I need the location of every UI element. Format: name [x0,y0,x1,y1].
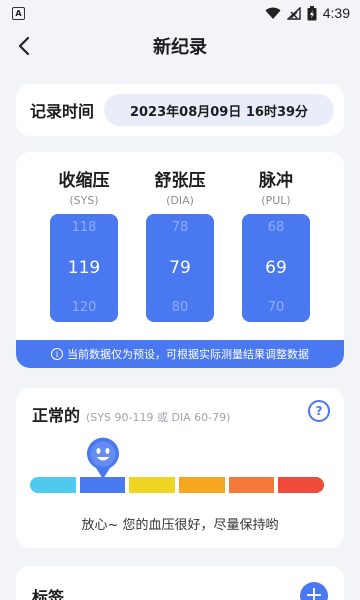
battery-icon [307,5,317,20]
picker-next-value: 70 [267,300,285,315]
picker-prev-value: 68 [267,220,285,235]
wifi-icon [265,7,281,19]
scale-segment [228,477,275,493]
record-time-card: 记录时间 2023年08月09日 16时39分 [16,84,344,136]
notification-letter: A [15,8,22,18]
record-time-label: 记录时间 [30,102,95,121]
question-icon: ? [315,404,323,418]
info-icon: i [51,348,63,360]
blood-pressure-card: 收缩压 (SYS) 118 119 120 舒张压 (DIA) 78 79 80… [16,152,344,368]
bp-column-pul: 脉冲 (PUL) 68 69 70 [241,170,311,322]
bp-column-dia: 舒张压 (DIA) 78 79 80 [145,170,215,322]
chevron-left-icon [18,36,30,56]
status-right: 4:39 [265,5,350,21]
tags-title: 标签 [32,588,65,600]
dia-picker[interactable]: 78 79 80 [146,214,214,322]
bp-scale-bar [30,477,325,493]
picker-selected-value: 79 [169,258,191,278]
bp-subtitle: (PUL) [261,194,291,207]
scale-segment [179,477,225,493]
status-message: 放心~ 您的血压很好，尽量保持哟 [81,518,279,533]
status-bar: A 4:39 [0,0,360,26]
bp-column-sys: 收缩压 (SYS) 118 119 120 [49,170,119,322]
preset-notice-text: 当前数据仅为预设，可根据实际测量结果调整数据 [67,348,309,361]
no-signal-icon [286,6,301,20]
page-title: 新纪录 [153,37,207,58]
back-button[interactable] [10,32,38,60]
scale-segment [278,477,325,493]
record-time-picker[interactable]: 2023年08月09日 16时39分 [104,94,334,126]
clock-time: 4:39 [322,5,350,21]
status-range: (SYS 90-119 或 DIA 60-79) [86,411,231,424]
notification-icon: A [12,6,25,20]
bp-status-card: 正常的 (SYS 90-119 或 DIA 60-79) ? 放心~ 您的血压很… [16,388,344,548]
picker-next-value: 120 [71,300,97,315]
scale-segment [129,477,176,493]
app-header: 新纪录 [0,26,360,66]
picker-prev-value: 78 [171,220,189,235]
status-title: 正常的 [32,406,81,425]
record-time-value: 2023年08月09日 16时39分 [129,104,309,120]
pul-picker[interactable]: 68 69 70 [242,214,310,322]
bp-subtitle: (DIA) [166,194,194,207]
bp-subtitle: (SYS) [69,194,99,207]
scale-segment [30,477,76,493]
bp-title: 脉冲 [259,171,293,191]
tags-card: 标签 + [16,566,344,600]
bp-title: 舒张压 [154,171,206,191]
bp-title: 收缩压 [58,171,110,191]
picker-selected-value: 69 [265,258,287,278]
status-heading: 正常的 (SYS 90-119 或 DIA 60-79) [32,402,230,426]
picker-selected-value: 119 [67,258,101,278]
help-button[interactable]: ? [308,400,330,422]
status-left: A [12,6,25,20]
plus-icon: + [304,583,324,600]
add-tag-button[interactable]: + [300,582,328,600]
smiley-marker-icon [87,437,119,479]
scale-segment [79,477,126,493]
sys-picker[interactable]: 118 119 120 [50,214,118,322]
picker-prev-value: 118 [71,220,97,235]
picker-next-value: 80 [171,300,189,315]
preset-notice-bar: i 当前数据仅为预设，可根据实际测量结果调整数据 [16,340,344,368]
bp-columns: 收缩压 (SYS) 118 119 120 舒张压 (DIA) 78 79 80… [16,152,344,322]
